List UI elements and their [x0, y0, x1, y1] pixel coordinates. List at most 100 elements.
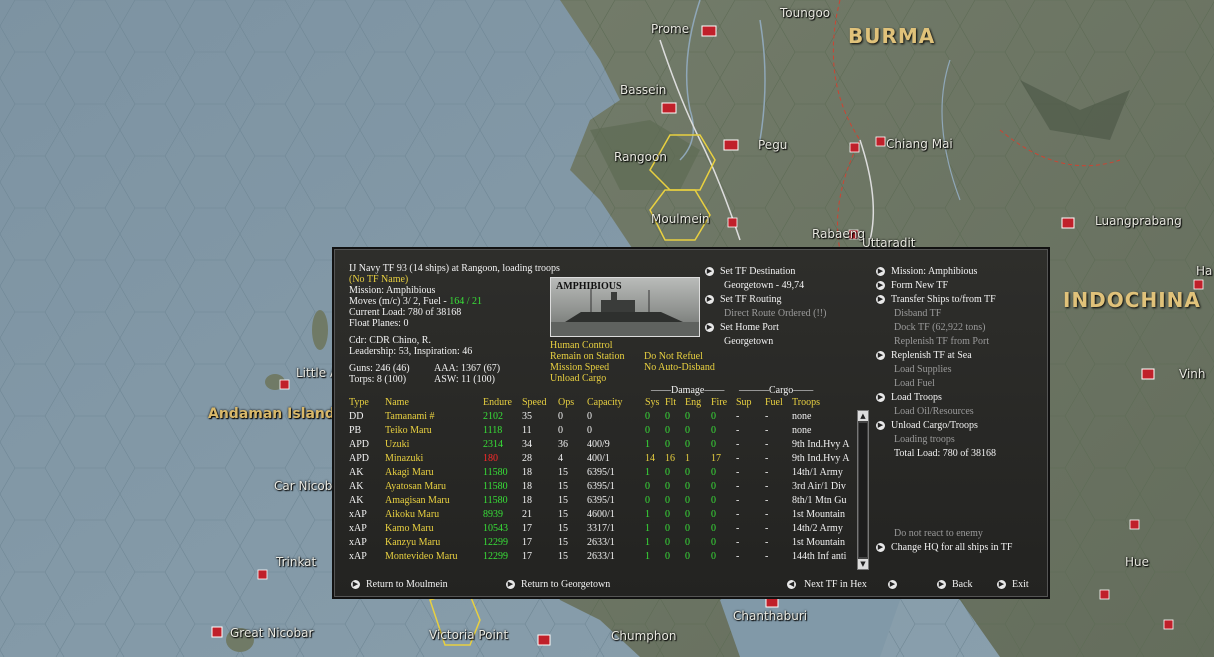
map-label-little-a[interactable]: Little A [296, 366, 338, 380]
cmd-load-fuel: Load Fuel [894, 378, 935, 389]
scroll-down-icon[interactable]: ▼ [858, 559, 868, 569]
map-label-pegu[interactable]: Pegu [758, 138, 787, 152]
exit-button[interactable]: ▶ Exit [997, 579, 1029, 590]
map-label-victoria-point[interactable]: Victoria Point [429, 628, 508, 642]
map-label-indochina[interactable]: INDOCHINA [1063, 288, 1201, 312]
column-header-ops[interactable]: Ops [558, 396, 587, 410]
return-to-georgetown-button[interactable]: ▶ Return to Georgetown [506, 579, 610, 590]
column-header-troops[interactable]: Troops [792, 396, 851, 410]
map-label-bassein[interactable]: Bassein [620, 83, 666, 97]
map-label-burma[interactable]: BURMA [848, 24, 935, 48]
cell-sup: - [736, 439, 740, 450]
table-row[interactable]: AK Ayatosan Maru 11580 18 15 6395/1 0 0 0 0 - - 3rd … [349, 480, 851, 494]
column-header-name[interactable]: Name [385, 396, 483, 410]
column-header-type[interactable]: Type [349, 396, 385, 410]
map-label-great-nicobar[interactable]: Great Nicobar [230, 626, 313, 640]
column-header-flt[interactable]: Flt [665, 396, 685, 410]
column-header-speed[interactable]: Speed [522, 396, 558, 410]
map-label-ha[interactable]: Ha [1196, 264, 1212, 278]
cell-ops: 0 [558, 425, 563, 436]
map-label-vinh[interactable]: Vinh [1179, 367, 1206, 381]
tf-name[interactable]: (No TF Name) [349, 274, 408, 285]
map-label-chumphon[interactable]: Chumphon [611, 629, 676, 643]
cmd-unload-cargo-troops[interactable]: ▶ Unload Cargo/Troops [876, 420, 978, 431]
cmd-label: Disband TF [894, 308, 942, 319]
cell-ops: 15 [558, 551, 568, 562]
cell-cap: 0 [587, 425, 592, 436]
cmd-replenish-tf-at-sea[interactable]: ▶ Replenish TF at Sea [876, 350, 972, 361]
table-row[interactable]: xAP Aikoku Maru 8939 21 15 4600/1 1 0 0 0 - - 1st Mo… [349, 508, 851, 522]
set-tf-routing-button[interactable]: ▶ Set TF Routing [705, 294, 782, 305]
map-label-rabaeng[interactable]: Rabaeng [812, 227, 865, 241]
cell-eng: 0 [685, 495, 690, 506]
cell-speed: 34 [522, 439, 532, 450]
ship-list-scrollbar[interactable]: ▲ ▼ [857, 410, 869, 570]
cell-troops: 9th Ind.Hvy A [792, 439, 850, 450]
cell-name: Ayatosan Maru [385, 481, 447, 492]
cell-fuel: - [765, 411, 769, 422]
map-label-uttaradit[interactable]: Uttaradit [862, 236, 916, 250]
table-row[interactable]: APD Minazuki 180 28 4 400/1 14 16 1 17 - - 9th Ind.H… [349, 452, 851, 466]
map-label-toungoo[interactable]: Toungoo [780, 6, 830, 20]
tf-commander[interactable]: Cdr: CDR Chino, R. [349, 335, 431, 346]
tf-option-no-auto-disband[interactable]: No Auto-Disband [644, 362, 715, 373]
next-tf-button[interactable]: ▶ [888, 579, 903, 590]
prev-tf-button[interactable]: ◀ [787, 579, 802, 590]
map-label-hue[interactable]: Hue [1125, 555, 1149, 569]
table-row[interactable]: xAP Kanzyu Maru 12299 17 15 2633/1 1 0 0 0 - - 1st M… [349, 536, 851, 550]
table-row[interactable]: xAP Montevideo Maru 12299 17 15 2633/1 1 0 0 0 - - 1… [349, 550, 851, 564]
column-header-fire[interactable]: Fire [711, 396, 736, 410]
cmd-label: Unload Cargo/Troops [891, 420, 978, 431]
cell-eng: 0 [685, 467, 690, 478]
cell-speed: 18 [522, 495, 532, 506]
scroll-up-icon[interactable]: ▲ [858, 411, 868, 421]
cmd-transfer-ships-to-from-tf[interactable]: ▶ Transfer Ships to/from TF [876, 294, 996, 305]
cell-cap: 6395/1 [587, 467, 615, 478]
return-to-moulmein-button[interactable]: ▶ Return to Moulmein [351, 579, 448, 590]
column-header-fuel[interactable]: Fuel [765, 396, 792, 410]
map-label-moulmein[interactable]: Moulmein [651, 212, 710, 226]
cell-sys: 0 [645, 481, 650, 492]
map-label-chanthaburi[interactable]: Chanthaburi [733, 609, 807, 623]
column-header-sup[interactable]: Sup [736, 396, 765, 410]
tf-option-do-not-refuel[interactable]: Do Not Refuel [644, 351, 703, 362]
tf-option-human-control[interactable]: Human Control [550, 340, 613, 351]
tf-option-remain-on-station[interactable]: Remain on Station [550, 351, 624, 362]
cmd-mission-amphibious[interactable]: ▶ Mission: Amphibious [876, 266, 977, 277]
table-row[interactable]: PB Teiko Maru 1118 11 0 0 0 0 0 0 - - none [349, 424, 851, 438]
cell-troops: 1st Mountain [792, 537, 846, 548]
map-label-andaman-islands[interactable]: Andaman Islands [208, 406, 343, 422]
cell-sup: - [736, 537, 740, 548]
cell-cap: 6395/1 [587, 495, 615, 506]
cmd-form-new-tf[interactable]: ▶ Form New TF [876, 280, 948, 291]
column-header-endure[interactable]: Endure [483, 396, 522, 410]
cell-cap: 2633/1 [587, 551, 615, 562]
cell-ops: 15 [558, 523, 568, 534]
table-row[interactable]: DD Tamanami # 2102 35 0 0 0 0 0 0 - - none [349, 410, 851, 424]
cmd-change-hq-for-all-ships-in-tf[interactable]: ▶ Change HQ for all ships in TF [876, 542, 1012, 553]
tf-option-unload-cargo[interactable]: Unload Cargo [550, 373, 606, 384]
set-home-label: Set Home Port [720, 322, 779, 333]
table-row[interactable]: xAP Kamo Maru 10543 17 15 3317/1 1 0 0 0 - - 14th/2 … [349, 522, 851, 536]
tf-option-mission-speed[interactable]: Mission Speed [550, 362, 609, 373]
cmd-label: Replenish TF from Port [894, 336, 990, 347]
column-header-sys[interactable]: Sys [645, 396, 665, 410]
map-label-chiang-mai[interactable]: Chiang Mai [886, 137, 953, 151]
map-label-rangoon[interactable]: Rangoon [614, 150, 667, 164]
set-tf-destination-button[interactable]: ▶ Set TF Destination [705, 266, 795, 277]
return-moulmein-label: Return to Moulmein [366, 579, 448, 590]
cmd-load-troops[interactable]: ▶ Load Troops [876, 392, 942, 403]
map-label-trinkat[interactable]: Trinkat [276, 555, 316, 569]
map-label-prome[interactable]: Prome [651, 22, 689, 36]
cell-name: Kanzyu Maru [385, 537, 441, 548]
cell-ops: 36 [558, 439, 568, 450]
table-row[interactable]: AK Amagisan Maru 11580 18 15 6395/1 0 0 0 0 - - 8th/… [349, 494, 851, 508]
column-header-capacity[interactable]: Capacity [587, 396, 645, 410]
table-row[interactable]: APD Uzuki 2314 34 36 400/9 1 0 0 0 - - 9th Ind.Hvy A [349, 438, 851, 452]
table-row[interactable]: AK Akagi Maru 11580 18 15 6395/1 1 0 0 0 - - 14th/1 … [349, 466, 851, 480]
back-button[interactable]: ▶ Back [937, 579, 973, 590]
map-label-luangprabang[interactable]: Luangprabang [1095, 214, 1182, 228]
set-home-port-button[interactable]: ▶ Set Home Port [705, 322, 779, 333]
column-header-eng[interactable]: Eng [685, 396, 711, 410]
scroll-track[interactable] [859, 423, 867, 557]
